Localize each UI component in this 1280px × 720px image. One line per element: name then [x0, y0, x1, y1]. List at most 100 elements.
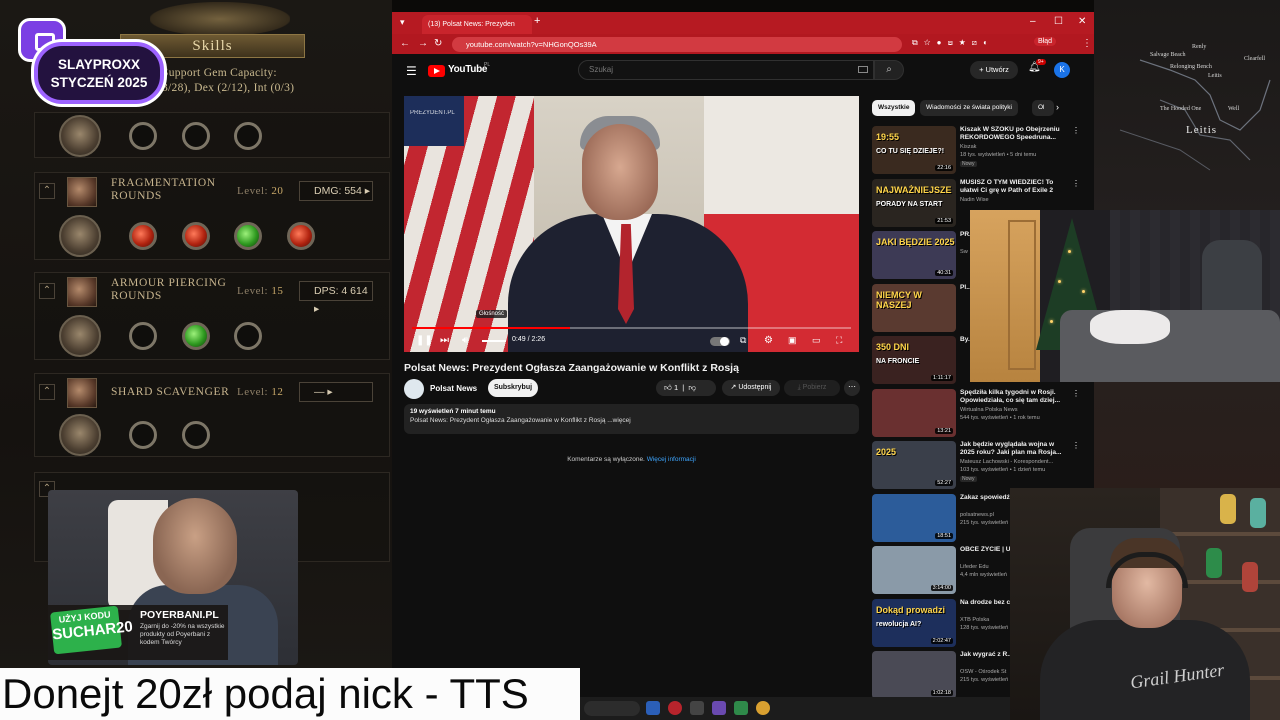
recommendation-channel[interactable]: Nadin Wise — [960, 197, 1070, 203]
taskbar-app-icon[interactable] — [712, 701, 726, 715]
skill-gem-icon[interactable] — [59, 215, 101, 257]
description-box[interactable]: 19 wyświetleń 7 minut temu Polsat News: … — [404, 404, 859, 434]
extension-icons[interactable]: ⧉ ☆ ● ⧈ ★ ⧄ ◐ — [912, 38, 988, 48]
support-socket[interactable] — [129, 322, 157, 350]
recommendation-channel[interactable]: Mateusz Lachowski - Korespondent... — [960, 459, 1070, 465]
more-options-icon[interactable]: ⋮ — [1072, 441, 1080, 450]
recommendation-channel[interactable]: Kiszak — [960, 144, 1070, 150]
recommendation-channel[interactable]: Wirtualna Polska News — [960, 407, 1070, 413]
red-support-gem-icon[interactable] — [182, 222, 210, 250]
channel-name[interactable]: Polsat News — [430, 384, 477, 393]
account-avatar[interactable]: K — [1054, 62, 1070, 78]
next-icon[interactable]: ⏭︎ — [440, 335, 449, 346]
taskbar-app-icon[interactable] — [668, 701, 682, 715]
download-button[interactable]: ⤓ Pobierz — [784, 380, 840, 396]
support-socket[interactable] — [182, 122, 210, 150]
chrome-icon[interactable] — [756, 701, 770, 715]
skill-stat-button[interactable]: DMG: 554 ▸ — [299, 181, 373, 201]
recommendation-thumbnail[interactable]: 13:21 — [872, 388, 956, 437]
recommendation-thumbnail[interactable]: NIEMCY W NASZEJ — [872, 283, 956, 332]
like-button[interactable]: 👍︎ 1 | 👎︎ — [656, 380, 716, 396]
support-socket[interactable] — [129, 122, 157, 150]
hamburger-menu-icon[interactable]: ☰ — [406, 64, 417, 78]
fullscreen-icon[interactable]: ⛶ — [836, 335, 842, 346]
more-info-link[interactable]: Więcej informacji — [647, 456, 696, 463]
recommendation-title[interactable]: Kiszak W SZOKU po Obejrzeniu REKORDOWEGO… — [960, 126, 1070, 142]
reload-icon[interactable]: ↻ — [434, 38, 442, 49]
recommendation-thumbnail[interactable]: 350 DNI NA FRONCIE 1:11:17 — [872, 336, 956, 384]
browser-tab[interactable]: (13) Polsat News: Prezyden ✕ — [422, 15, 532, 34]
miniplayer-icon[interactable]: ▣ — [788, 335, 797, 346]
new-tab-icon[interactable]: + — [534, 15, 540, 27]
recommendation-thumbnail[interactable]: 19:55 CO TU SIĘ DZIEJE?! 22:16 — [872, 126, 956, 174]
red-support-gem-icon[interactable] — [129, 222, 157, 250]
taskbar-app-icon[interactable] — [646, 701, 660, 715]
channel-avatar[interactable] — [404, 379, 424, 399]
green-support-gem-icon[interactable] — [182, 322, 210, 350]
taskbar-app-icon[interactable] — [734, 701, 748, 715]
recommendation-thumbnail[interactable]: 2025 52:27 — [872, 441, 956, 489]
recommendation-item[interactable]: 13:21 Spędziła kilka tygodni w Rosji. Opo… — [872, 388, 1086, 441]
subtitles-icon[interactable]: ⧉ — [740, 335, 746, 346]
minimize-icon[interactable]: – — [1030, 16, 1036, 27]
collapse-arrow-icon[interactable]: ⌃ — [39, 283, 55, 299]
skill-gem-icon[interactable] — [59, 315, 101, 357]
recommendation-thumbnail[interactable]: 3:14:00 — [872, 546, 956, 594]
create-button[interactable]: + Utwórz — [970, 61, 1018, 79]
pause-icon[interactable]: ❚❚ — [416, 335, 433, 346]
recommendation-title[interactable]: MUSISZ O TYM WIEDZIEĆ! To ułatwi Ci grę … — [960, 179, 1070, 195]
more-options-icon[interactable]: ⋮ — [1072, 389, 1080, 398]
more-options-icon[interactable]: ⋮ — [1072, 179, 1080, 188]
window-close-icon[interactable]: ✕ — [1078, 16, 1086, 27]
thumbs-down-icon[interactable]: 👎︎ — [688, 383, 696, 392]
keyboard-icon[interactable] — [858, 66, 868, 73]
green-support-gem-icon[interactable] — [234, 222, 262, 250]
skill-gem-icon[interactable] — [59, 115, 101, 157]
volume-slider[interactable] — [482, 340, 506, 342]
more-options-icon[interactable]: ⋮ — [1072, 126, 1080, 135]
recommendation-title[interactable]: Spędziła kilka tygodni w Rosji. Opowiedz… — [960, 389, 1070, 405]
browser-menu-icon[interactable]: ⋮ — [1082, 38, 1092, 49]
profile-error-button[interactable]: Błąd — [1034, 37, 1057, 46]
search-input[interactable]: Szukaj — [578, 60, 874, 80]
maximize-icon[interactable]: ☐ — [1054, 16, 1063, 27]
recommendation-thumbnail[interactable]: JAKI BĘDZIE 2025 40:31 — [872, 231, 956, 279]
support-socket[interactable] — [182, 421, 210, 449]
skill-gem-icon[interactable] — [59, 414, 101, 456]
chevron-right-icon[interactable]: › — [1056, 102, 1059, 112]
chip-all[interactable]: Wszystkie — [872, 100, 916, 116]
youtube-logo[interactable]: YouTube PL — [428, 62, 490, 79]
recommendation-title[interactable]: Jak będzie wyglądała wojna w 2025 roku? … — [960, 441, 1070, 457]
red-support-gem-icon[interactable] — [287, 222, 315, 250]
recommendation-item[interactable]: 2025 52:27 Jak będzie wyglądała wojna w 20… — [872, 441, 1086, 493]
support-socket[interactable] — [129, 421, 157, 449]
settings-gear-icon[interactable]: ⚙ — [764, 335, 773, 346]
skill-stat-button[interactable]: — ▸ — [299, 382, 373, 402]
more-actions-icon[interactable]: ⋯ — [844, 380, 860, 396]
taskbar-app-icon[interactable] — [690, 701, 704, 715]
chip-more[interactable]: Ol — [1032, 100, 1054, 116]
recommendation-thumbnail[interactable]: NAJWAŻNIEJSZE PORADY NA START 21:53 — [872, 178, 956, 227]
taskbar-search[interactable] — [584, 701, 640, 716]
subscribe-button[interactable]: Subskrybuj — [488, 379, 538, 397]
share-button[interactable]: ↗ Udostępnij — [722, 380, 780, 396]
video-player[interactable]: PREZYDENT.PL Głośność ❚❚ ⏭︎ 🔊︎ 0:49 / 2:… — [404, 96, 859, 352]
back-icon[interactable]: ← — [400, 38, 410, 49]
chip-politics[interactable]: Wiadomości ze świata polityki — [920, 100, 1018, 116]
collapse-arrow-icon[interactable]: ⌃ — [39, 183, 55, 199]
url-field[interactable]: youtube.com/watch?v=NHGonQOs39A — [452, 37, 902, 52]
recommendation-item[interactable]: 19:55 CO TU SIĘ DZIEJE?! 22:16 Kiszak W SZO… — [872, 126, 1086, 178]
recommendation-thumbnail[interactable]: 1:02:18 — [872, 651, 956, 699]
support-socket[interactable] — [234, 122, 262, 150]
tab-list-icon[interactable]: ▾ — [400, 17, 405, 28]
collapse-arrow-icon[interactable]: ⌃ — [39, 384, 55, 400]
theater-mode-icon[interactable]: ▭ — [812, 335, 821, 346]
autoplay-toggle[interactable] — [710, 337, 730, 346]
search-icon[interactable]: ⌕ — [874, 60, 904, 80]
recommendation-thumbnail[interactable]: 18:51 — [872, 493, 956, 542]
skill-stat-button[interactable]: DPS: 4 614 ▸ — [299, 281, 373, 315]
support-socket[interactable] — [234, 322, 262, 350]
progress-bar[interactable] — [412, 327, 851, 329]
recommendation-thumbnail[interactable]: Dokąd prowadzi rewolucja AI? 2:02:47 — [872, 598, 956, 647]
volume-icon[interactable]: 🔊︎ — [462, 335, 468, 346]
